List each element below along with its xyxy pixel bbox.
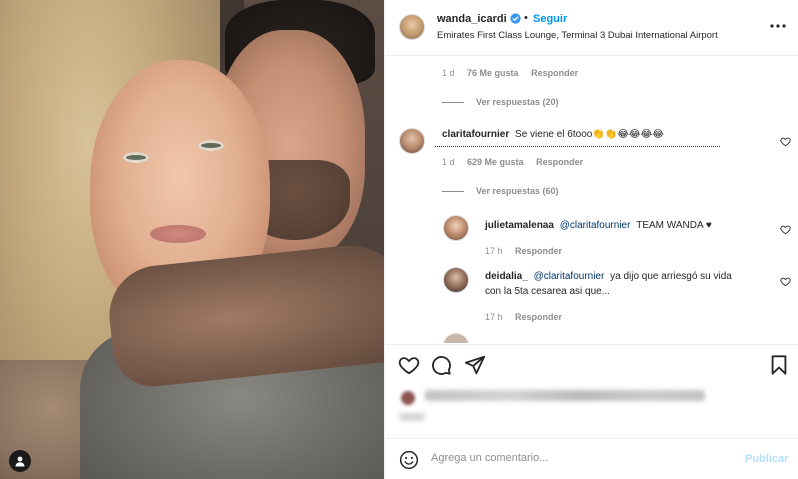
add-comment-input[interactable] — [431, 452, 731, 464]
view-replies-button[interactable]: Ver respuestas (60) — [476, 186, 559, 196]
save-bookmark-icon[interactable] — [768, 354, 790, 376]
reply-meta: 17 h Responder — [485, 246, 562, 256]
reply-time: 17 h — [485, 246, 503, 256]
liked-by-avatar-blurred — [401, 391, 415, 405]
author-username[interactable]: wanda_icardi — [437, 13, 507, 25]
header-separator: • — [524, 12, 528, 24]
comment-time: 1 d — [442, 68, 455, 78]
replies-divider — [442, 191, 464, 192]
post-photo[interactable] — [0, 0, 384, 479]
reply-text: ya dijo que arriesgó su vida — [610, 271, 732, 282]
reply-time: 17 h — [485, 312, 503, 322]
post-sidebar: wanda_icardi • Seguir Emirates First Cla… — [384, 0, 798, 479]
comment-underline — [435, 146, 720, 147]
more-options-icon[interactable] — [768, 16, 788, 36]
reply-like-heart-icon[interactable] — [780, 276, 791, 287]
post-actions — [385, 344, 798, 424]
tagged-people-button[interactable] — [9, 450, 31, 472]
reply-like-heart-icon[interactable] — [780, 224, 791, 235]
person-icon — [15, 456, 25, 467]
comment-body: claritafournier Se viene el 6tooo👏👏😂😂😂😂 — [442, 127, 664, 142]
comments-list[interactable]: 1 d 76 Me gusta Responder Ver respuestas… — [385, 57, 798, 343]
reply-mention[interactable]: @claritafournier — [534, 271, 605, 282]
reply-reply-button[interactable]: Responder — [515, 246, 562, 256]
reply-body: julietamalenaa @claritafournier TEAM WAN… — [485, 218, 712, 233]
verified-badge-icon — [510, 13, 521, 24]
post-location[interactable]: Emirates First Class Lounge, Terminal 3 … — [437, 30, 718, 41]
reply-mention[interactable]: @claritafournier — [560, 220, 631, 231]
emoji-smile-icon[interactable] — [399, 450, 419, 470]
publish-button[interactable]: Publicar — [745, 453, 788, 465]
comment-time: 1 d — [442, 157, 455, 167]
photo-lips — [150, 225, 206, 243]
photo-eye-right — [198, 140, 224, 151]
reply-avatar[interactable] — [443, 215, 469, 241]
comment-text: Se viene el 6tooo👏👏😂😂😂😂 — [515, 129, 664, 140]
reply-body: deidalia_ @claritafournier ya dijo que a… — [485, 269, 765, 299]
reply-meta: 17 h Responder — [485, 312, 562, 322]
post-date-blurred — [399, 413, 425, 421]
add-comment-bar: Publicar — [385, 438, 798, 479]
commenter-avatar[interactable] — [399, 128, 425, 154]
replies-divider — [442, 102, 464, 103]
author-avatar[interactable] — [399, 14, 425, 40]
comment-likes[interactable]: 76 Me gusta — [467, 68, 519, 78]
comment-like-heart-icon[interactable] — [780, 136, 791, 147]
reply-reply-button[interactable]: Responder — [515, 312, 562, 322]
liked-by-text-blurred — [425, 390, 705, 401]
instagram-post-modal: wanda_icardi • Seguir Emirates First Cla… — [0, 0, 798, 479]
reply-avatar-partial[interactable] — [443, 333, 469, 343]
comment-bubble-icon[interactable] — [430, 354, 452, 376]
post-header: wanda_icardi • Seguir Emirates First Cla… — [385, 0, 798, 56]
comment-reply-button[interactable]: Responder — [531, 68, 578, 78]
comment-meta: 1 d 629 Me gusta Responder — [442, 157, 583, 167]
follow-button[interactable]: Seguir — [533, 13, 567, 25]
reply-text-continued: con la 5ta cesarea asi que... — [485, 286, 611, 297]
reply-username[interactable]: deidalia_ — [485, 271, 528, 282]
photo-eye-left — [123, 152, 149, 163]
share-paper-plane-icon[interactable] — [464, 354, 486, 376]
commenter-username[interactable]: claritafournier — [442, 129, 509, 140]
reply-username[interactable]: julietamalenaa — [485, 220, 554, 231]
comment-likes[interactable]: 629 Me gusta — [467, 157, 524, 167]
reply-avatar[interactable] — [443, 267, 469, 293]
like-heart-icon[interactable] — [398, 354, 420, 376]
comment-reply-button[interactable]: Responder — [536, 157, 583, 167]
comment-meta: 1 d 76 Me gusta Responder — [442, 68, 578, 78]
view-replies-button[interactable]: Ver respuestas (20) — [476, 97, 559, 107]
reply-text: TEAM WANDA ♥ — [636, 220, 712, 231]
